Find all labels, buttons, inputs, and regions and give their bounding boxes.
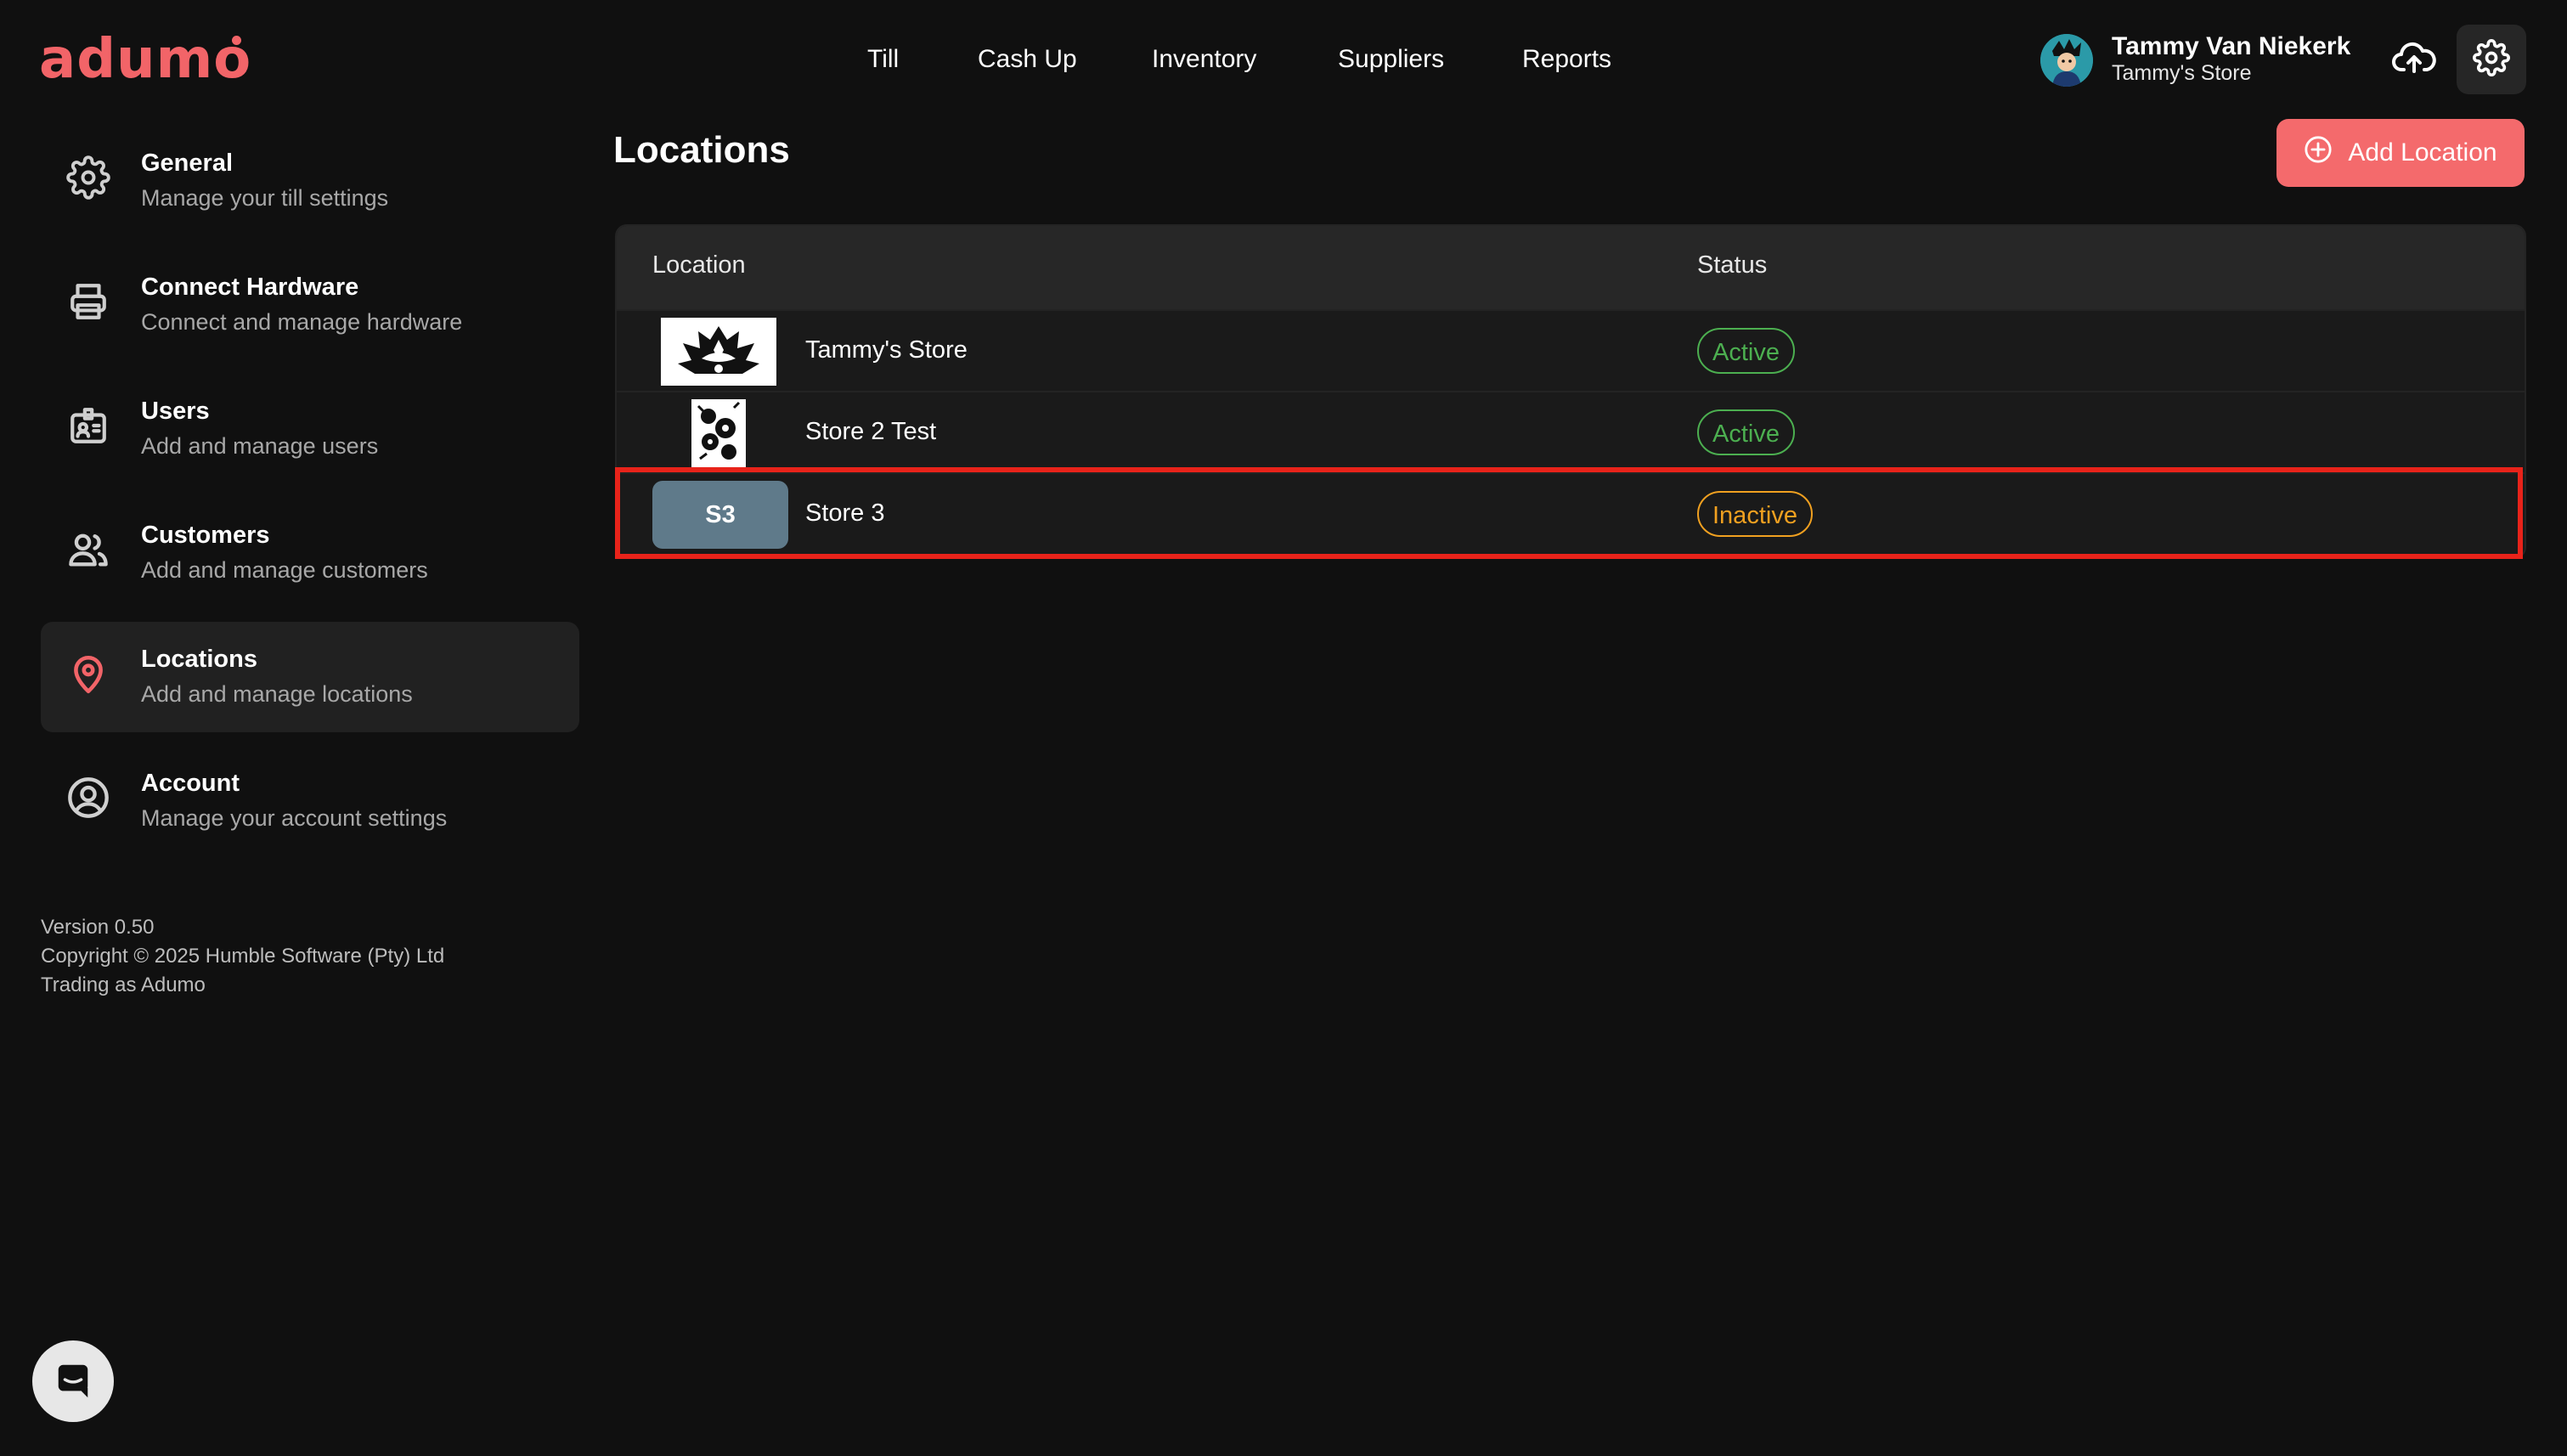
table-row[interactable]: Store 2 Test Active [617,391,2525,474]
location-name: Tammy's Store [805,336,968,364]
avatar-icon [2040,34,2093,87]
sidebar-item-general[interactable]: General Manage your till settings [41,126,579,236]
gear-icon [65,154,112,201]
page-title: Locations [613,129,790,171]
sidebar-item-subtitle: Manage your account settings [141,805,448,831]
sidebar-item-title: Account [141,770,240,797]
lotus-logo [678,326,759,374]
chat-launcher-button[interactable] [32,1340,114,1422]
sidebar-item-customers[interactable]: Customers Add and manage customers [41,498,579,608]
id-badge-icon [65,402,112,449]
sidebar-item-account[interactable]: Account Manage your account settings [41,746,579,856]
add-location-button[interactable]: Add Location [2276,119,2525,187]
nav-reports[interactable]: Reports [1522,34,1611,85]
location-name: Store 2 Test [805,418,937,445]
sidebar-item-connect-hardware[interactable]: Connect Hardware Connect and manage hard… [41,250,579,360]
status-badge: Active [1697,328,1795,374]
map-pin-icon [65,650,112,697]
copyright-text: Copyright © 2025 Humble Software (Pty) L… [41,945,445,968]
plus-circle-icon [2304,135,2333,171]
column-header-location: Location [652,251,746,279]
table-header: Location Status [617,226,2525,309]
trading-as-text: Trading as Adumo [41,973,206,996]
app-root: adumo Till Cash Up Inventory Suppliers R… [0,0,2567,1456]
add-location-label: Add Location [2348,138,2497,166]
location-thumbnail [661,318,776,386]
nav-inventory[interactable]: Inventory [1152,34,1256,85]
sidebar-item-subtitle: Connect and manage hardware [141,309,463,335]
sidebar-item-title: Locations [141,646,257,673]
cloud-upload-button[interactable] [2390,36,2438,83]
sidebar-item-title: Connect Hardware [141,274,359,301]
people-icon [65,526,112,573]
user-circle-icon [65,774,112,821]
locations-table: Location Status Tammy's Store Active Sto… [615,224,2526,559]
nav-till[interactable]: Till [867,34,899,85]
column-header-status: Status [1697,251,1768,279]
location-name: Store 3 [805,499,885,527]
user-name: Tammy Van Niekerk [2112,32,2351,60]
printer-icon [65,278,112,325]
settings-button[interactable] [2457,25,2526,94]
nav-cash-up[interactable]: Cash Up [978,34,1077,85]
gear-icon [2473,38,2510,81]
sidebar-item-title: Users [141,398,210,425]
nav-suppliers[interactable]: Suppliers [1338,34,1444,85]
sidebar-item-subtitle: Add and manage locations [141,681,413,707]
sidebar-item-subtitle: Manage your till settings [141,185,389,211]
location-thumbnail [691,399,746,467]
table-row[interactable]: S3 Store 3 Inactive [617,472,2525,556]
cloud-upload-icon [2392,41,2436,79]
floral-image [697,401,741,460]
table-row[interactable]: Tammy's Store Active [617,309,2525,392]
sidebar-item-title: General [141,150,233,177]
sidebar-item-title: Customers [141,522,270,549]
status-badge: Inactive [1697,491,1813,537]
location-initials-thumbnail: S3 [652,481,788,549]
user-profile[interactable]: Tammy Van Niekerk Tammy's Store [2040,32,2363,87]
sidebar-item-subtitle: Add and manage customers [141,557,428,583]
sidebar-item-users[interactable]: Users Add and manage users [41,374,579,484]
chat-icon [54,1360,93,1403]
sidebar-item-locations[interactable]: Locations Add and manage locations [41,622,579,732]
sidebar-item-subtitle: Add and manage users [141,433,379,459]
version-text: Version 0.50 [41,916,155,939]
status-badge: Active [1697,409,1795,455]
user-store-name: Tammy's Store [2112,61,2252,85]
